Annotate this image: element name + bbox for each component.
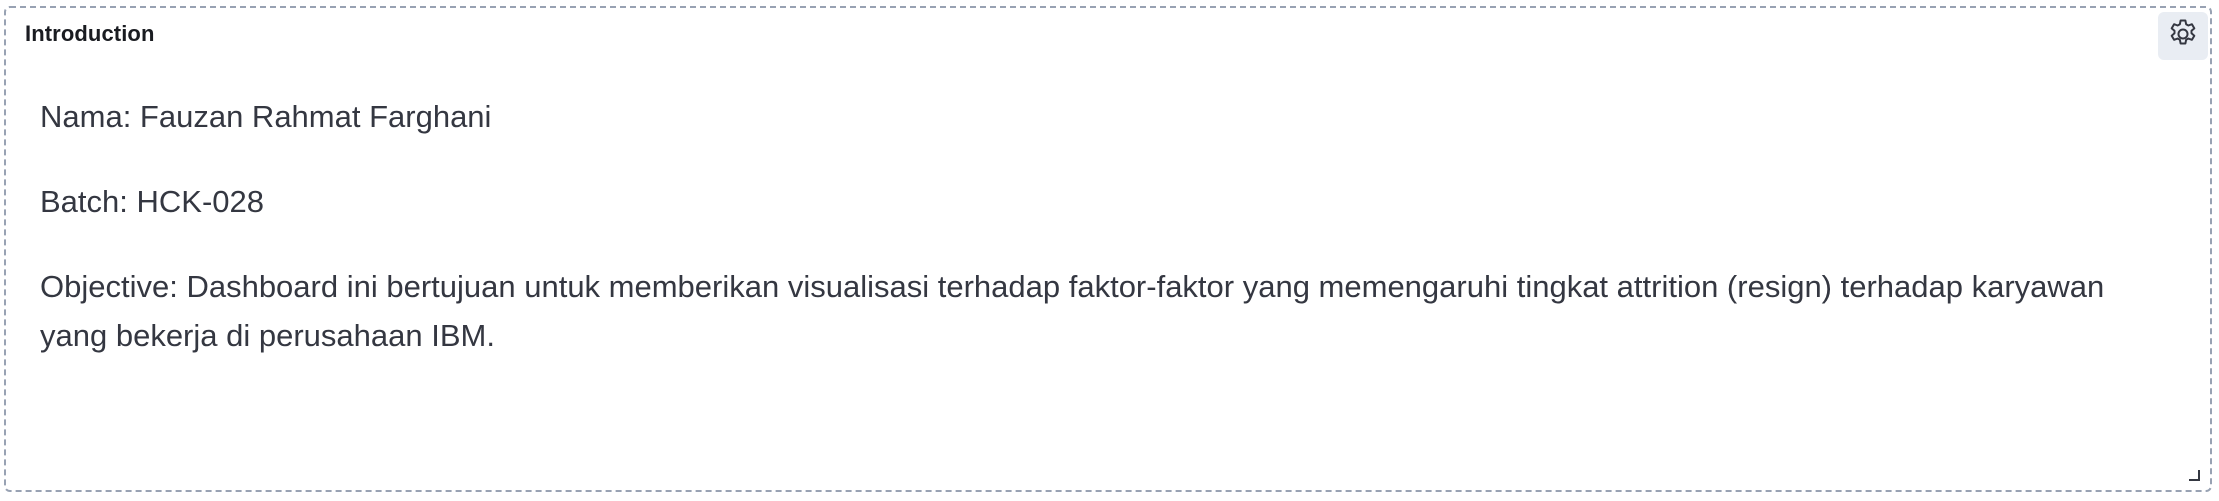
- panel-content: Nama: Fauzan Rahmat Farghani Batch: HCK-…: [40, 92, 2160, 396]
- panel-title: Introduction: [25, 21, 155, 46]
- batch-text: Batch: HCK-028: [40, 184, 264, 219]
- objective-text: Objective: Dashboard ini bertujuan untuk…: [40, 269, 2105, 353]
- markdown-panel: Introduction Nama: Fauzan Rahmat Farghan…: [4, 6, 2212, 492]
- name-text: Nama: Fauzan Rahmat Farghani: [40, 99, 492, 134]
- resize-handle-icon[interactable]: [2188, 468, 2200, 481]
- gear-icon: [2166, 17, 2200, 56]
- panel-settings-button[interactable]: [2158, 12, 2208, 60]
